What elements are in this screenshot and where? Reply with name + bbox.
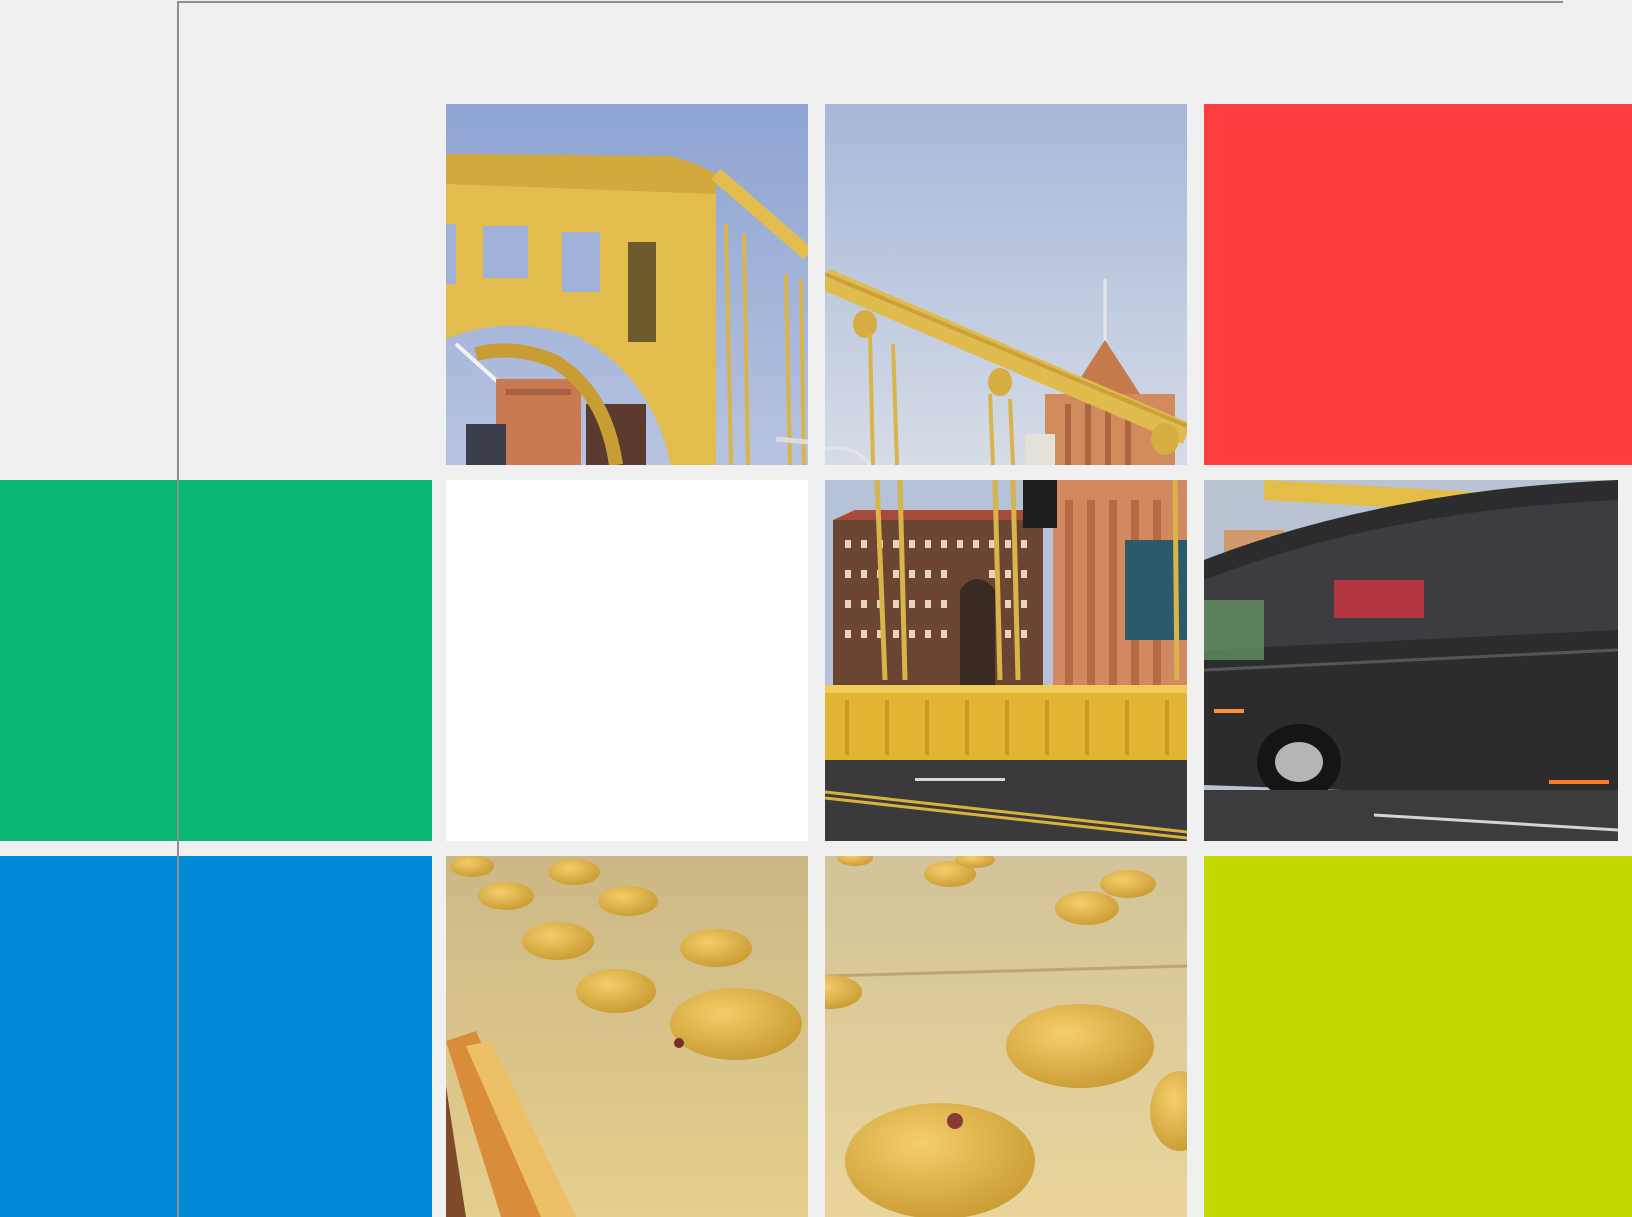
moving-bus-image bbox=[1204, 480, 1618, 841]
bridge-arch-image bbox=[446, 104, 808, 465]
tile-photo-bridge-rivets-left[interactable] bbox=[446, 856, 808, 1217]
horizontal-guide-line bbox=[177, 1, 1563, 3]
tile-solid-red[interactable] bbox=[1204, 104, 1632, 465]
tile-photo-bridge-arch[interactable] bbox=[446, 104, 808, 465]
tile-photo-bridge-rivets-right[interactable] bbox=[825, 856, 1187, 1217]
vertical-guide-line bbox=[177, 1, 179, 1217]
rivets-left-image bbox=[446, 856, 808, 1217]
tile-photo-moving-bus[interactable] bbox=[1204, 480, 1618, 841]
tile-solid-white[interactable] bbox=[446, 480, 808, 841]
tile-grid-canvas bbox=[0, 0, 1632, 1217]
tile-photo-bridge-deck-buildings[interactable] bbox=[825, 480, 1187, 841]
tile-solid-green[interactable] bbox=[0, 480, 432, 841]
tile-photo-bridge-cables-skyline[interactable] bbox=[825, 104, 1187, 465]
tile-solid-blue[interactable] bbox=[0, 856, 432, 1217]
tile-solid-lime[interactable] bbox=[1204, 856, 1632, 1217]
rivets-right-image bbox=[825, 856, 1187, 1217]
bridge-cables-image bbox=[825, 104, 1187, 465]
bridge-deck-image bbox=[825, 480, 1187, 841]
